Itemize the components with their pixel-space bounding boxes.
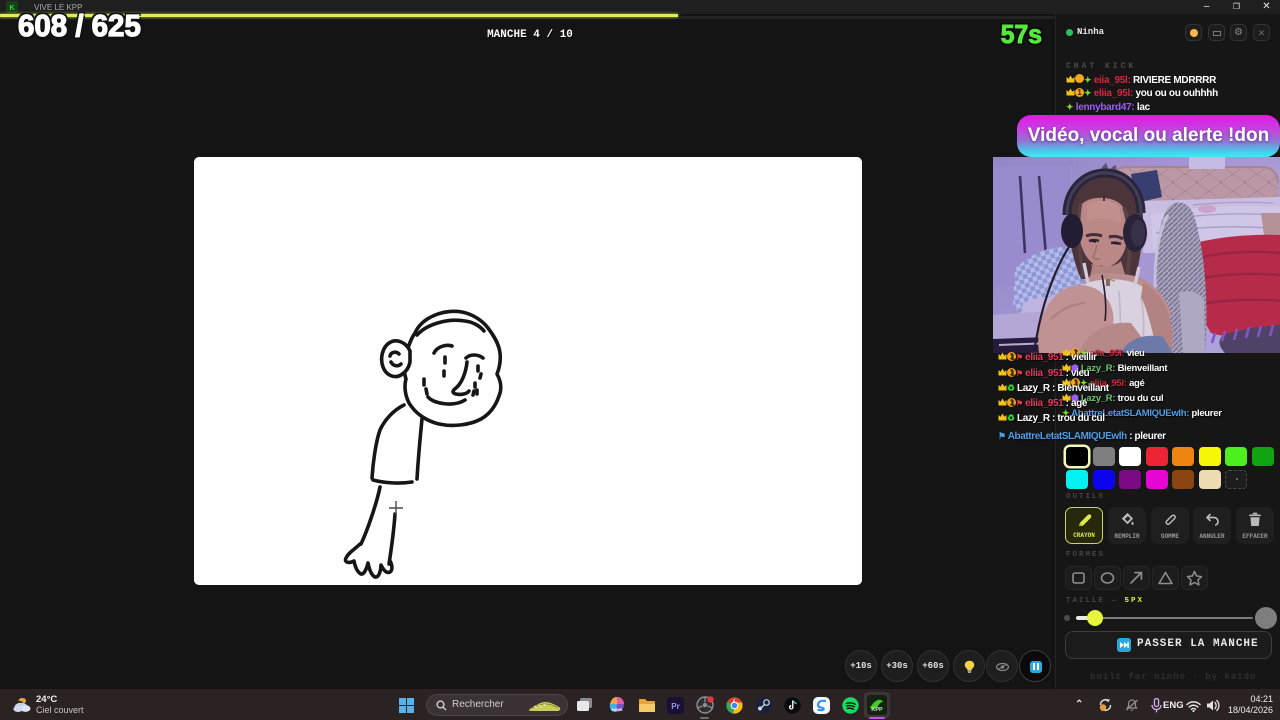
svg-text:KPP: KPP xyxy=(871,707,883,713)
svg-text:K: K xyxy=(9,5,14,12)
svg-text:Pr: Pr xyxy=(671,702,679,711)
svg-text:MINIS: MINIS xyxy=(611,707,622,712)
